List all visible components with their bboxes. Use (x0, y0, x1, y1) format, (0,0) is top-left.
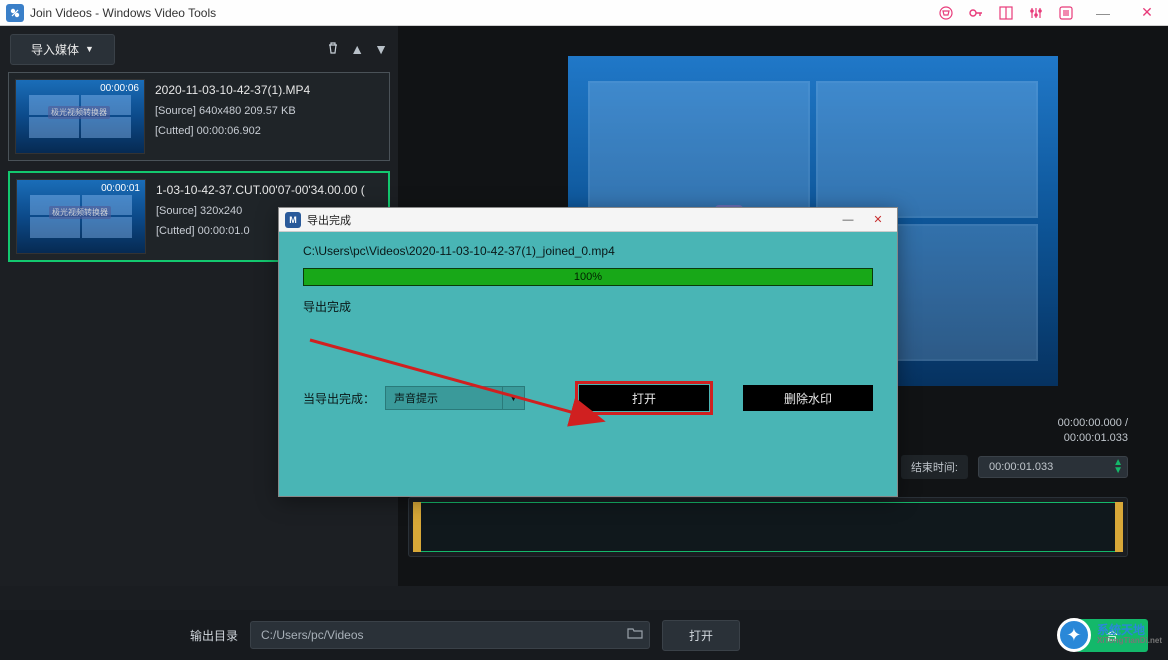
dialog-title: 导出完成 (307, 212, 351, 228)
media-info: 2020-11-03-10-42-37(1).MP4 [Source] 640x… (155, 79, 383, 154)
progress-bar: 100% (303, 268, 873, 286)
export-complete-dialog: M 导出完成 — ✕ C:\Users\pc\Videos\2020-11-03… (278, 207, 898, 497)
output-dir-label: 输出目录 (190, 627, 238, 644)
browse-folder-icon[interactable] (627, 626, 643, 643)
end-time-label: 结束时间: (901, 455, 968, 479)
move-down-icon[interactable]: ▼ (374, 41, 388, 57)
key-icon[interactable] (968, 5, 984, 21)
export-status: 导出完成 (303, 298, 873, 315)
app-icon (6, 4, 24, 22)
dialog-minimize-button[interactable]: — (835, 211, 861, 229)
move-up-icon[interactable]: ▲ (350, 41, 364, 57)
dialog-body: C:\Users\pc\Videos\2020-11-03-10-42-37(1… (279, 232, 897, 423)
menu-icon[interactable] (1058, 5, 1074, 21)
minimize-button[interactable]: — (1088, 2, 1118, 24)
dialog-open-button[interactable]: 打开 (579, 385, 709, 411)
page-watermark: ✦ 系统天地 XiTongTianDi.net (1057, 618, 1162, 652)
media-cutted: [Cutted] 00:00:06.902 (155, 125, 383, 137)
media-source: [Source] 640x480 209.57 KB (155, 105, 383, 117)
duration-badge: 00:00:06 (100, 83, 139, 94)
media-name: 2020-11-03-10-42-37(1).MP4 (155, 83, 383, 97)
media-name: 1-03-10-42-37.CUT.00'07-00'34.00.00 ( (156, 183, 382, 197)
watermark-badge-icon: ✦ (1057, 618, 1091, 652)
cart-icon[interactable] (938, 5, 954, 21)
media-toolbar: 导入媒体 ▼ ▲ ▼ (0, 26, 398, 72)
end-time-input[interactable]: 00:00:01.033 ▲▼ (978, 456, 1128, 478)
duration-badge: 00:00:01 (101, 183, 140, 194)
on-complete-dropdown[interactable]: 声音提示 ▼ (385, 386, 525, 410)
dialog-close-button[interactable]: ✕ (865, 211, 891, 229)
dropdown-caret-icon: ▼ (85, 44, 94, 54)
dialog-titlebar: M 导出完成 — ✕ (279, 208, 897, 232)
close-button[interactable]: ✕ (1132, 2, 1162, 24)
import-media-button[interactable]: 导入媒体 ▼ (10, 34, 115, 65)
media-thumbnail: 极光视频转换器 00:00:01 (16, 179, 146, 254)
delete-icon[interactable] (326, 41, 340, 58)
layout-icon[interactable] (998, 5, 1014, 21)
media-item[interactable]: 极光视频转换器 00:00:06 2020-11-03-10-42-37(1).… (8, 72, 390, 161)
trim-handle-left[interactable] (413, 502, 421, 552)
bottom-bar: 输出目录 C:/Users/pc/Videos 打开 合 (0, 610, 1168, 660)
export-file-path: C:\Users\pc\Videos\2020-11-03-10-42-37(1… (303, 244, 873, 258)
window-title: Join Videos - Windows Video Tools (30, 6, 216, 20)
timeline-track[interactable] (408, 497, 1128, 557)
timeline-clip[interactable] (413, 502, 1123, 552)
dialog-app-icon: M (285, 212, 301, 228)
progress-text: 100% (304, 269, 872, 285)
trim-handle-right[interactable] (1115, 502, 1123, 552)
on-complete-label: 当导出完成： (303, 390, 375, 407)
spinner-icon[interactable]: ▲▼ (1113, 459, 1123, 475)
titlebar: Join Videos - Windows Video Tools — ✕ (0, 0, 1168, 26)
output-path-input[interactable]: C:/Users/pc/Videos (250, 621, 650, 649)
media-thumbnail: 极光视频转换器 00:00:06 (15, 79, 145, 154)
remove-watermark-button[interactable]: 删除水印 (743, 385, 873, 411)
chevron-down-icon: ▼ (502, 387, 524, 409)
open-output-button[interactable]: 打开 (662, 620, 740, 651)
import-label: 导入媒体 (31, 41, 79, 58)
settings-icon[interactable] (1028, 5, 1044, 21)
